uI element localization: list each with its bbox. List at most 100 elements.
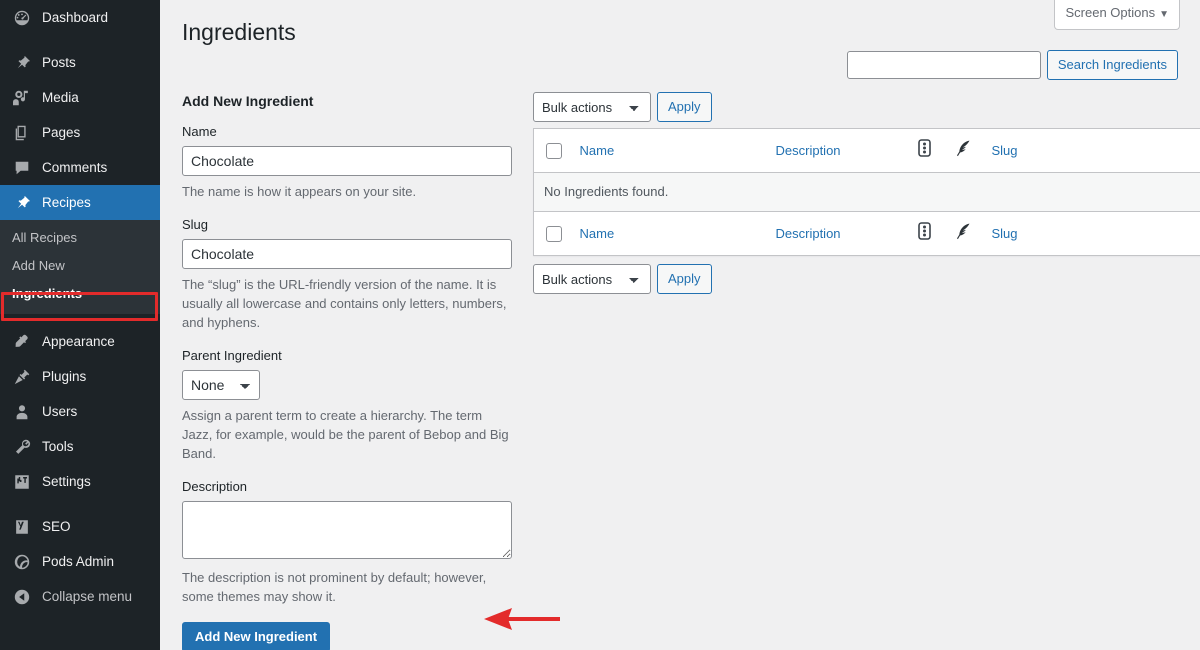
ingredients-list-table-wrap: Bulk actionsDelete Apply Name Descriptio…	[533, 92, 1200, 300]
tablenav-top: Bulk actionsDelete Apply	[533, 92, 1175, 122]
main-content: Screen Options ▼ Ingredients Search Ingre…	[160, 0, 1200, 650]
column-header-slug[interactable]: Slug	[981, 128, 1162, 173]
sidebar-item-plugins[interactable]: Plugins	[0, 359, 160, 394]
pods-icon	[12, 552, 32, 572]
column-header-name[interactable]: Name	[569, 128, 766, 173]
sidebar-item-label: Tools	[42, 439, 74, 454]
parent-ingredient-label: Parent Ingredient	[182, 348, 282, 363]
column-header-count[interactable]: Count	[1161, 128, 1200, 173]
sidebar-item-tools[interactable]: Tools	[0, 429, 160, 464]
sidebar-item-pages[interactable]: Pages	[0, 115, 160, 150]
name-label: Name	[182, 124, 217, 139]
quill-feather-icon	[954, 139, 972, 162]
column-footer-quill[interactable]	[943, 211, 982, 256]
field-slug: Slug The “slug” is the URL-friendly vers…	[182, 217, 512, 332]
sidebar-item-label: Pages	[42, 125, 81, 140]
parent-ingredient-select[interactable]: None	[182, 370, 260, 400]
settings-icon	[12, 472, 32, 492]
parent-ingredient-help-text: Assign a parent term to create a hierarc…	[182, 408, 509, 461]
sidebar-item-label: Settings	[42, 474, 91, 489]
add-new-ingredient-form: Add New Ingredient Name The name is how …	[182, 92, 512, 650]
sidebar-item-label: Posts	[42, 55, 76, 70]
select-all-footer	[533, 211, 570, 256]
page-title: Ingredients	[182, 19, 296, 45]
table-body: No Ingredients found.	[533, 172, 1200, 212]
sidebar-item-label: Media	[42, 90, 79, 105]
pin-icon	[12, 193, 32, 213]
column-footer-description[interactable]: Description	[765, 211, 906, 256]
sidebar-item-label: Pods Admin	[42, 554, 115, 569]
slug-help-text: The “slug” is the URL-friendly version o…	[182, 277, 507, 330]
vertical-dots-icon	[918, 222, 931, 245]
sidebar-item-label: Dashboard	[42, 10, 109, 25]
field-name: Name The name is how it appears on your …	[182, 124, 512, 201]
slug-label: Slug	[182, 217, 209, 232]
sidebar-item-collapse-menu[interactable]: Collapse menu	[0, 579, 160, 614]
sidebar-divider	[0, 35, 160, 45]
wp-admin-screen: Dashboard Posts Media Pages Comments Rec…	[0, 0, 1200, 650]
apply-button-bottom[interactable]: Apply	[657, 264, 712, 294]
column-footer-dots[interactable]	[905, 211, 944, 256]
search-ingredients-button[interactable]: Search Ingredients	[1046, 50, 1178, 80]
column-header-description[interactable]: Description	[765, 128, 906, 173]
quill-feather-icon	[954, 222, 972, 245]
column-header-quill[interactable]	[943, 128, 982, 173]
sidebar-item-label: Comments	[42, 160, 108, 175]
apply-button-top[interactable]: Apply	[657, 92, 712, 122]
table-foot: Name Description Slug	[533, 211, 1200, 256]
screen-options-tab[interactable]: Screen Options ▼	[1054, 0, 1180, 30]
name-input[interactable]	[182, 146, 512, 176]
search-input[interactable]	[846, 51, 1041, 79]
sidebar-item-label: Appearance	[42, 334, 115, 349]
description-label: Description	[182, 479, 248, 494]
sidebar-item-pods-admin[interactable]: Pods Admin	[0, 544, 160, 579]
sidebar-item-add-new[interactable]: Add New	[0, 252, 160, 280]
no-items-message: No Ingredients found.	[533, 172, 1200, 212]
sidebar-item-settings[interactable]: Settings	[0, 464, 160, 499]
table-footer-row: Name Description Slug	[533, 211, 1200, 256]
comments-icon	[12, 158, 32, 178]
column-footer-count[interactable]: Count	[1161, 211, 1200, 256]
sidebar-item-label: Recipes	[42, 195, 91, 210]
appearance-icon	[12, 332, 32, 352]
select-all-checkbox-top[interactable]	[546, 142, 562, 159]
media-icon	[12, 88, 32, 108]
tools-icon	[12, 437, 32, 457]
recipes-submenu: All Recipes Add New Ingredients	[0, 220, 160, 314]
sidebar-item-recipes[interactable]: Recipes	[0, 185, 168, 220]
sidebar-item-appearance[interactable]: Appearance	[0, 324, 160, 359]
sidebar-item-media[interactable]: Media	[0, 80, 160, 115]
admin-sidebar: Dashboard Posts Media Pages Comments Rec…	[0, 0, 168, 650]
sidebar-item-ingredients[interactable]: Ingredients	[0, 280, 160, 308]
sidebar-item-label: SEO	[42, 519, 71, 534]
column-footer-name[interactable]: Name	[569, 211, 766, 256]
collapse-arrow-icon	[12, 587, 32, 607]
column-footer-slug[interactable]: Slug	[981, 211, 1162, 256]
field-parent-ingredient: Parent Ingredient None Assign a parent t…	[182, 348, 512, 463]
add-new-ingredient-submit-button[interactable]: Add New Ingredient	[182, 622, 331, 650]
column-header-dots[interactable]	[905, 128, 944, 173]
description-help-text: The description is not prominent by defa…	[182, 570, 487, 604]
bulk-actions-select-bottom[interactable]: Bulk actionsDelete	[533, 264, 651, 294]
screen-options-label: Screen Options	[1065, 5, 1156, 20]
description-textarea[interactable]	[182, 501, 512, 559]
sidebar-item-dashboard[interactable]: Dashboard	[0, 0, 160, 35]
bulk-actions-select-top[interactable]: Bulk actionsDelete	[533, 92, 651, 122]
table-empty-row: No Ingredients found.	[533, 172, 1200, 212]
select-all-checkbox-bottom[interactable]	[546, 225, 562, 242]
sidebar-item-label: Plugins	[42, 369, 87, 384]
sidebar-item-seo[interactable]: SEO	[0, 509, 160, 544]
field-description: Description The description is not promi…	[182, 479, 512, 606]
plugins-icon	[12, 367, 32, 387]
tablenav-bottom: Bulk actionsDelete Apply	[533, 264, 1175, 294]
sidebar-item-posts[interactable]: Posts	[0, 45, 160, 80]
sidebar-divider	[0, 314, 160, 324]
sidebar-item-users[interactable]: Users	[0, 394, 160, 429]
sidebar-divider	[0, 499, 160, 509]
slug-input[interactable]	[182, 239, 512, 269]
sidebar-item-comments[interactable]: Comments	[0, 150, 160, 185]
vertical-dots-icon	[918, 139, 931, 162]
dashboard-icon	[12, 8, 32, 28]
sidebar-item-label: Collapse menu	[42, 589, 133, 604]
sidebar-item-all-recipes[interactable]: All Recipes	[0, 224, 160, 252]
